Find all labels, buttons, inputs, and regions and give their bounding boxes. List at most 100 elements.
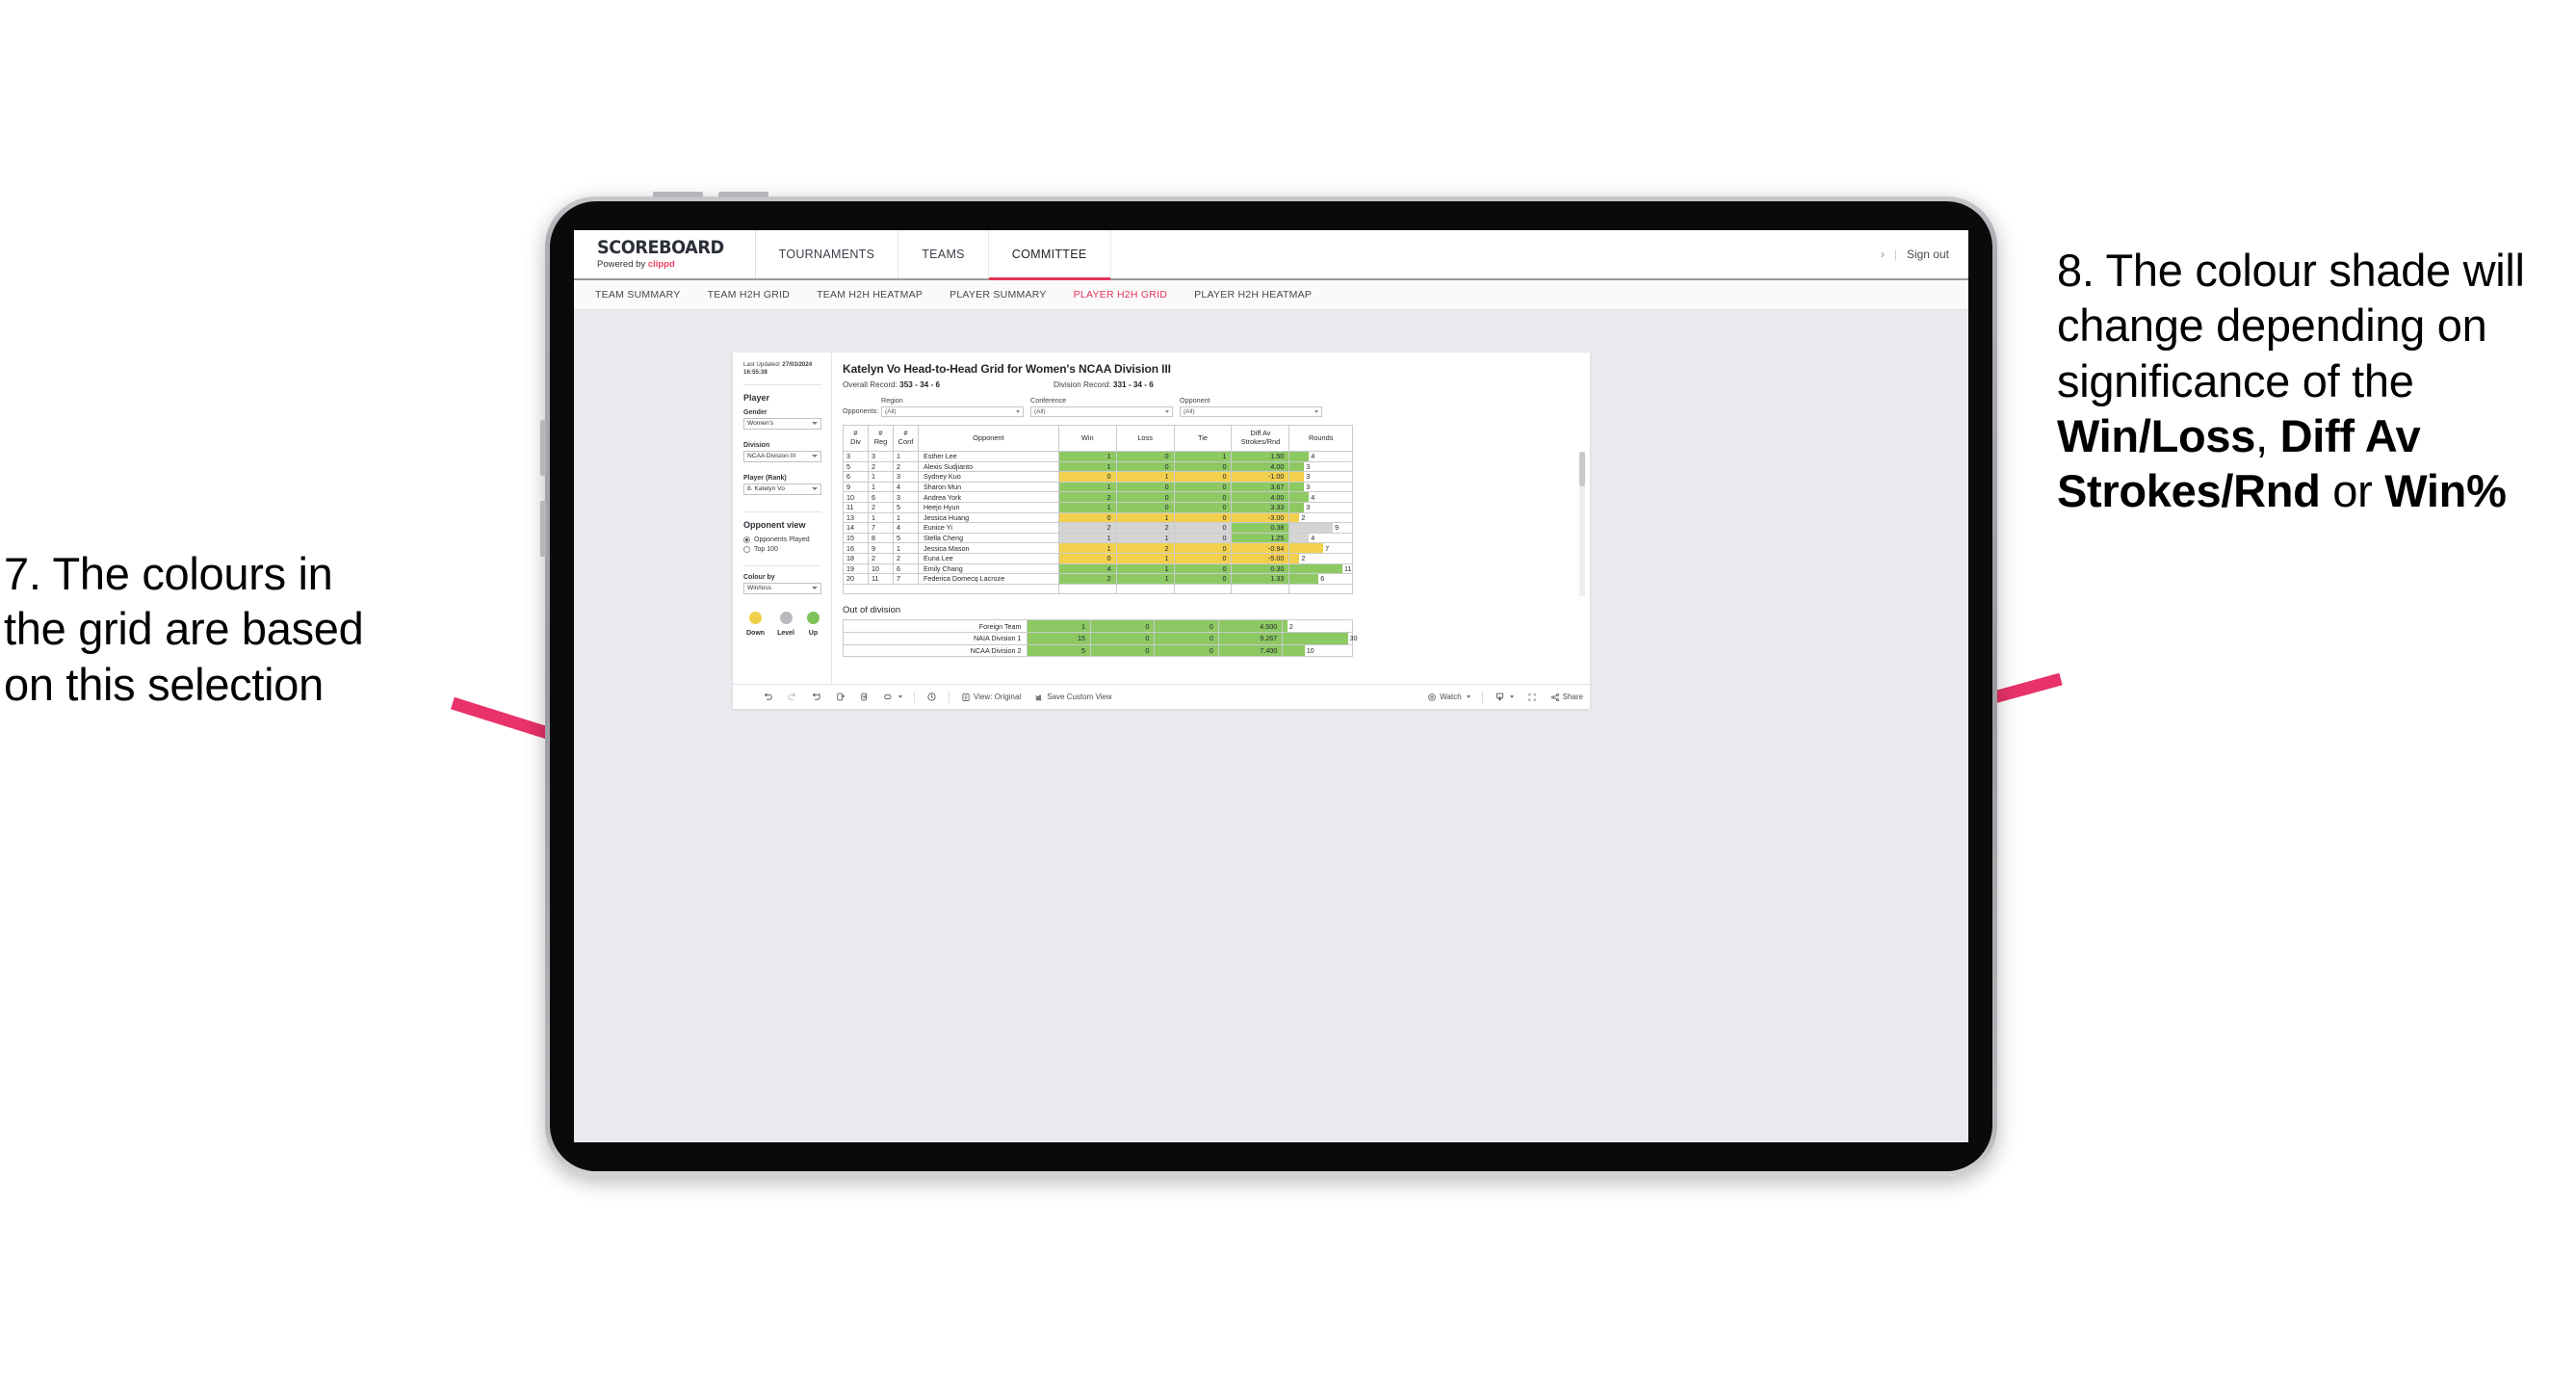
download-button[interactable] (1488, 692, 1521, 702)
revert-button[interactable] (804, 692, 828, 702)
rounds-bar (1289, 472, 1305, 482)
grid-head: #Div #Reg #Conf Opponent Win Loss Tie (843, 425, 1353, 452)
table-row[interactable]: 14 7 4 Eunice Yi 2 2 0 0.38 9 (843, 522, 1353, 534)
tab-player-h2h-grid[interactable]: PLAYER H2H GRID (1074, 289, 1184, 301)
redo-button[interactable] (780, 692, 804, 702)
cell-opponent: Sydney Kuo (917, 471, 1059, 483)
cell-opponent: Heejo Hyun (917, 501, 1059, 513)
undo-button[interactable] (756, 692, 780, 702)
cell-conf: 2 (892, 552, 919, 564)
cell-div: 10 (843, 491, 869, 503)
cell-win: 2 (1057, 573, 1117, 585)
colour-by-select[interactable]: Win/loss (743, 582, 821, 594)
cell-win: 2 (1057, 522, 1117, 534)
tab-team-summary[interactable]: TEAM SUMMARY (595, 289, 696, 301)
tab-team-h2h-grid[interactable]: TEAM H2H GRID (708, 289, 806, 301)
tablet-device: SCOREBOARD Powered by clippd TOURNAMENTS… (540, 192, 1997, 1176)
tab-player-summary[interactable]: PLAYER SUMMARY (950, 289, 1062, 301)
annotation-right-bold-winpct: Win% (2384, 465, 2507, 517)
sign-out-link[interactable]: Sign out (1907, 248, 1949, 261)
cell-rounds: 4 (1288, 451, 1353, 462)
opponent-select[interactable]: (All) (1180, 406, 1322, 417)
table-row[interactable]: 5 2 2 Alexis Sudjianto 1 0 0 4.00 3 (843, 460, 1353, 473)
refresh-data-button[interactable] (828, 692, 852, 702)
gender-select[interactable]: Women's (743, 417, 821, 430)
brand-logo[interactable]: SCOREBOARD Powered by clippd (574, 230, 756, 278)
nav-tournaments[interactable]: TOURNAMENTS (756, 230, 899, 278)
radio-top-100[interactable]: Top 100 (743, 545, 821, 553)
tab-team-h2h-heatmap[interactable]: TEAM H2H HEATMAP (817, 289, 938, 301)
watch-button[interactable]: Watch (1420, 693, 1476, 702)
cell-opponent: Eunice Yi (917, 522, 1059, 534)
col-diff: Diff Av Strokes/Rnd (1231, 425, 1290, 452)
table-row[interactable]: 18 2 2 Euna Lee 0 1 0 -5.00 2 (843, 552, 1353, 564)
pause-button[interactable] (920, 692, 944, 702)
nav-teams[interactable]: TEAMS (898, 230, 989, 278)
cell-win: 0 (1057, 552, 1117, 564)
rounds-value: 3 (1306, 461, 1311, 471)
table-row[interactable]: 13 1 1 Jessica Huang 0 1 0 -3.00 2 (843, 511, 1353, 524)
table-row[interactable]: NAIA Division 1 15 0 0 9.267 30 (843, 631, 1358, 645)
conference-select[interactable]: (All) (1030, 406, 1173, 417)
table-row[interactable]: 11 2 5 Heejo Hyun 1 0 0 3.33 3 (843, 501, 1353, 513)
cell-div: 16 (843, 542, 869, 554)
legend-label-down: Down (746, 629, 766, 637)
annotation-right: 8. The colour shade will change dependin… (2057, 243, 2576, 519)
view-toggle-button[interactable] (876, 693, 909, 701)
overall-record-value: 353 - 34 - 6 (899, 380, 941, 389)
cell-tie: 1 (1173, 451, 1233, 462)
view-original-button[interactable]: View: Original (954, 693, 1028, 702)
chevron-right-icon[interactable]: › (1881, 248, 1885, 261)
table-row[interactable]: 15 8 5 Stella Cheng 1 1 0 1.25 4 (843, 532, 1353, 544)
share-button[interactable]: Share (1544, 693, 1590, 702)
player-rank-select[interactable]: 8. Katelyn Vo (743, 483, 821, 495)
chevron-down-icon (812, 487, 818, 491)
table-row[interactable]: 19 10 6 Emily Chang 4 1 0 0.30 11 (843, 562, 1353, 575)
tab-player-h2h-heatmap[interactable]: PLAYER H2H HEATMAP (1194, 289, 1327, 301)
division-select[interactable]: NCAA Division III (743, 450, 821, 462)
cell-reg: 1 (867, 511, 894, 524)
rounds-value: 10 (1306, 645, 1314, 655)
brand-name: SCOREBOARD (597, 237, 724, 259)
table-row[interactable]: 10 6 3 Andrea York 2 0 0 4.00 4 (843, 491, 1353, 503)
overall-record: Overall Record: 353 - 34 - 6 (843, 380, 940, 389)
col-conf: # Conf (892, 425, 919, 452)
table-row[interactable]: Foreign Team 1 0 0 4.500 2 (843, 619, 1353, 633)
cell-win: 1 (1057, 501, 1117, 513)
cell-diff: 4.00 (1231, 491, 1290, 503)
cell-diff: 3.67 (1231, 481, 1290, 493)
nav-committee[interactable]: COMMITTEE (988, 230, 1111, 280)
rounds-bar (1283, 632, 1348, 644)
grid-scrollbar-thumb[interactable] (1579, 452, 1585, 486)
col-reg: # Reg (867, 425, 894, 452)
opponent-caption: Opponent (1180, 396, 1210, 405)
cell-conf: 5 (892, 501, 919, 513)
save-custom-view-button[interactable]: Save Custom View (1028, 693, 1118, 702)
pause-updates-button[interactable] (852, 692, 876, 702)
table-row[interactable]: 6 1 3 Sydney Kuo 0 1 0 -1.00 3 (843, 471, 1353, 483)
out-of-division-body: Foreign Team 1 0 0 4.500 2 NAIA Division 1 15 0 0… (843, 619, 1358, 658)
divider (949, 691, 950, 703)
cell-reg: 6 (867, 491, 894, 503)
cell-win: 0 (1057, 511, 1117, 524)
table-row[interactable]: 20 11 7 Federica Domecq Lacroze 2 1 0 1.33 6 (843, 573, 1353, 585)
cell-tie: 0 (1173, 491, 1233, 503)
cell-opponent: Sharon Mun (917, 481, 1059, 493)
cell-loss: 1 (1115, 511, 1175, 524)
table-row[interactable]: 3 3 1 Esther Lee 1 0 1 1.50 4 (843, 451, 1353, 462)
rounds-value: 3 (1306, 503, 1311, 512)
table-row[interactable]: 9 1 4 Sharon Mun 1 0 0 3.67 3 (843, 481, 1353, 493)
fullscreen-button[interactable] (1521, 693, 1544, 702)
table-row[interactable]: 16 9 1 Jessica Mason 1 2 0 -0.94 7 (843, 542, 1353, 554)
device-volume-down (540, 501, 546, 557)
tablet-screen: SCOREBOARD Powered by clippd TOURNAMENTS… (574, 230, 1968, 1142)
annotation-right-mid-2: or (2320, 465, 2385, 517)
region-select[interactable]: (All) (881, 406, 1024, 417)
cell-win: 15 (1026, 631, 1091, 645)
radio-opponents-played[interactable]: Opponents Played (743, 536, 821, 543)
table-row[interactable]: NCAA Division 2 5 0 0 7.400 10 (843, 643, 1353, 658)
rounds-value: 2 (1301, 512, 1306, 522)
divider (914, 691, 915, 703)
